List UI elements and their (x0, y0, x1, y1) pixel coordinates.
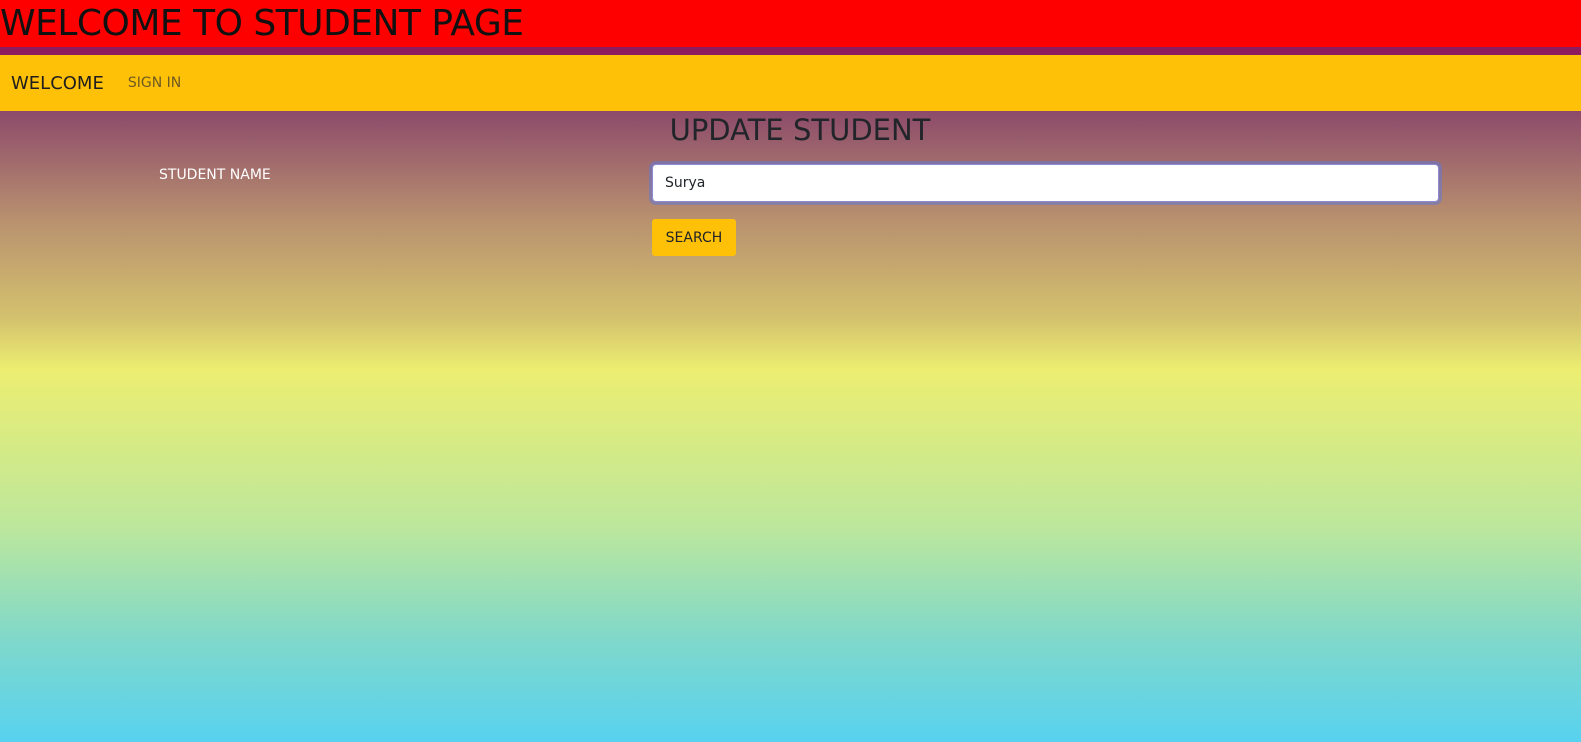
banner-title: WELCOME TO STUDENT PAGE (0, 3, 524, 44)
main-content: UPDATE STUDENT STUDENT NAME SEARCH (0, 111, 1581, 742)
search-button[interactable]: SEARCH (652, 219, 736, 256)
navbar: WELCOME SIGN IN (0, 55, 1581, 111)
nav-brand-welcome[interactable]: WELCOME (11, 73, 104, 94)
student-name-input[interactable] (652, 164, 1439, 202)
page-title: UPDATE STUDENT (669, 113, 931, 147)
nav-link-sign-in[interactable]: SIGN IN (128, 75, 181, 91)
student-name-label: STUDENT NAME (159, 167, 271, 183)
top-banner: WELCOME TO STUDENT PAGE (0, 0, 1581, 47)
banner-divider (0, 47, 1581, 55)
